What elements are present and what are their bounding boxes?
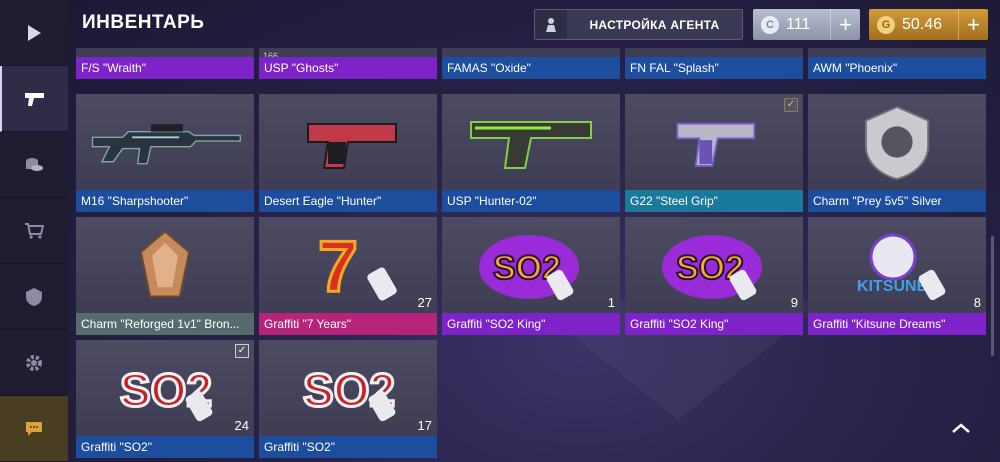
cart-icon	[25, 222, 44, 239]
equipped-checkbox[interactable]: ✓	[784, 98, 798, 112]
graffiti-art: 7	[317, 226, 397, 305]
graffiti-art: KITSUNE	[857, 233, 946, 301]
inventory-item[interactable]: KITSUNE 8 Graffiti "Kitsune Dreams"	[808, 217, 986, 335]
item-image: SO2	[625, 217, 803, 313]
item-name: Graffiti "SO2 King"	[625, 313, 803, 335]
item-image: SO2	[259, 340, 437, 436]
inventory-item[interactable]: FAMAS "Oxide"	[442, 48, 620, 79]
item-name: G22 "Steel Grip"	[625, 190, 803, 212]
pistol-icon	[25, 92, 44, 106]
silver-coin-icon: C	[761, 15, 779, 34]
rifle-art	[91, 124, 241, 165]
inventory-item[interactable]: Charm "Prey 5v5" Silver	[808, 94, 986, 212]
item-name: AWM "Phoenix"	[808, 57, 986, 79]
item-count: 27	[417, 295, 432, 310]
sidebar	[0, 0, 68, 462]
item-name: USP "Hunter-02"	[442, 190, 620, 212]
item-count: 1	[607, 295, 615, 310]
item-count: 17	[417, 418, 432, 433]
agent-settings-button[interactable]: НАСТРОЙКА АГЕНТА	[534, 9, 743, 40]
item-image	[259, 94, 437, 190]
inventory-item[interactable]: 7 27 Graffiti "7 Years"	[259, 217, 437, 335]
page-title: ИНВЕНТАРЬ	[82, 12, 205, 33]
inventory-item[interactable]: F/S "Wraith"	[76, 48, 254, 79]
inventory-item[interactable]: USP "Hunter-02"	[442, 94, 620, 212]
graffiti-art: SO2	[302, 363, 397, 422]
pistol-art	[676, 122, 756, 167]
item-image	[625, 94, 803, 190]
sidebar-item-clan[interactable]	[0, 264, 68, 330]
scroll-up-button[interactable]	[952, 420, 970, 438]
item-name: FN FAL "Splash"	[625, 57, 803, 79]
equipped-checkbox[interactable]: ✓	[235, 344, 249, 358]
item-name: F/S "Wraith"	[76, 57, 254, 79]
inventory-item[interactable]: ✓ G22 "Steel Grip"	[625, 94, 803, 212]
graffiti-art: SO2	[119, 363, 214, 422]
charm-art	[864, 105, 930, 181]
item-name: FAMAS "Oxide"	[442, 57, 620, 79]
item-image	[442, 94, 620, 190]
item-image	[76, 217, 254, 313]
item-name: Graffiti "7 Years"	[259, 313, 437, 335]
item-image: 7	[259, 217, 437, 313]
item-name: USP "Ghosts"	[259, 57, 437, 79]
inventory-item[interactable]: AWM "Phoenix"	[808, 48, 986, 79]
item-image: SO2	[442, 217, 620, 313]
graffiti-art: SO2	[662, 235, 762, 301]
agent-settings-label: НАСТРОЙКА АГЕНТА	[589, 17, 720, 32]
sidebar-item-chat[interactable]	[0, 396, 68, 462]
add-silver-button[interactable]: +	[830, 9, 860, 40]
charm-art	[139, 230, 191, 298]
inventory-item[interactable]: SO2 1 Graffiti "SO2 King"	[442, 217, 620, 335]
item-count: 8	[973, 295, 981, 310]
inventory-item[interactable]: 166 USP "Ghosts"	[259, 48, 437, 79]
agent-icon	[535, 10, 567, 39]
item-name: Charm "Prey 5v5" Silver	[808, 190, 986, 212]
item-name: Desert Eagle "Hunter"	[259, 190, 437, 212]
play-icon	[28, 24, 41, 41]
pistol-art	[307, 123, 397, 169]
shield-icon	[26, 287, 42, 306]
sidebar-item-shop[interactable]	[0, 198, 68, 264]
sidebar-item-inventory[interactable]	[0, 66, 68, 132]
chat-icon	[26, 421, 42, 436]
item-name: Graffiti "SO2"	[76, 436, 254, 458]
inventory-item[interactable]: Desert Eagle "Hunter"	[259, 94, 437, 212]
gear-icon	[26, 354, 42, 371]
item-image	[76, 94, 254, 190]
inventory-item[interactable]: SO2 ✓ 24 Graffiti "SO2"	[76, 340, 254, 458]
item-name: Charm "Reforged 1v1" Bron...	[76, 313, 254, 335]
inventory-item[interactable]: SO2 9 Graffiti "SO2 King"	[625, 217, 803, 335]
item-image	[808, 94, 986, 190]
item-count: 24	[234, 418, 249, 433]
gold-currency: G 50.46 +	[869, 9, 988, 40]
inventory-item[interactable]: FN FAL "Splash"	[625, 48, 803, 79]
inventory-item[interactable]: Charm "Reforged 1v1" Bron...	[76, 217, 254, 335]
sidebar-item-coins[interactable]	[0, 132, 68, 198]
svg-text:7: 7	[318, 227, 358, 305]
coins-icon	[26, 157, 43, 171]
sidebar-item-play[interactable]	[0, 0, 68, 66]
scrollbar[interactable]	[991, 236, 994, 356]
silver-amount: 111	[786, 15, 811, 33]
item-name: M16 "Sharpshooter"	[76, 190, 254, 212]
item-image: KITSUNE	[808, 217, 986, 313]
inventory-item[interactable]: M16 "Sharpshooter"	[76, 94, 254, 212]
pistol-art	[470, 121, 592, 169]
gold-amount: 50.46	[902, 15, 943, 33]
item-name: Graffiti "Kitsune Dreams"	[808, 313, 986, 335]
graffiti-art: SO2	[479, 235, 579, 301]
inventory-item[interactable]: SO2 17 Graffiti "SO2"	[259, 340, 437, 458]
add-gold-button[interactable]: +	[958, 9, 988, 40]
silver-currency: C 111 +	[753, 9, 860, 40]
item-name: Graffiti "SO2"	[259, 436, 437, 458]
item-count: 9	[790, 295, 798, 310]
chevron-up-icon	[952, 423, 970, 433]
item-name: Graffiti "SO2 King"	[442, 313, 620, 335]
svg-text:KITSUNE: KITSUNE	[857, 278, 928, 295]
inventory-grid: F/S "Wraith" 166 USP "Ghosts" FAMAS "Oxide"…	[76, 48, 1000, 462]
sidebar-item-settings[interactable]	[0, 330, 68, 396]
gold-coin-icon: G	[877, 15, 895, 34]
item-image: SO2	[76, 340, 254, 436]
